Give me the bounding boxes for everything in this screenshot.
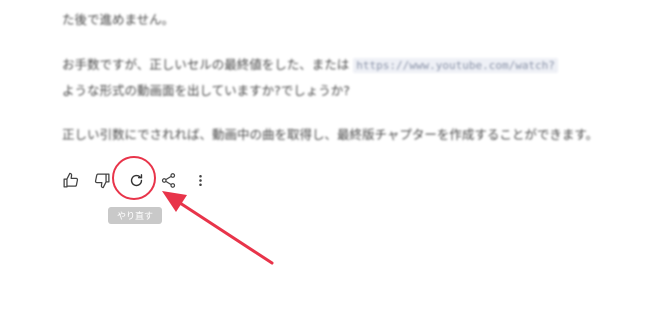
thumbs-up-icon bbox=[62, 172, 78, 188]
message-line-3: ような形式の動画面を出していますか?でしょうか? bbox=[62, 83, 350, 98]
more-vertical-icon bbox=[198, 174, 202, 186]
message-line-2-text: お手数ですが、正しいセルの最終値をした、または bbox=[62, 57, 350, 72]
annotation-arrow bbox=[162, 191, 274, 265]
thumbs-down-icon bbox=[94, 172, 110, 188]
more-options-button[interactable] bbox=[188, 168, 212, 192]
regenerate-tooltip: やり直す bbox=[108, 207, 162, 224]
like-button[interactable] bbox=[58, 168, 82, 192]
dislike-button[interactable] bbox=[90, 168, 114, 192]
share-icon bbox=[161, 172, 175, 188]
message-line-2: お手数ですが、正しいセルの最終値をした、または https://www.yout… bbox=[62, 54, 655, 73]
share-button[interactable] bbox=[156, 168, 180, 192]
youtube-url-snippet: https://www.youtube.com/watch? bbox=[353, 58, 558, 73]
highlight-circle bbox=[112, 156, 156, 200]
message-line-4: 正しい引数にでされれば、動画中の曲を取得し、最終版チャプターを作成することができ… bbox=[62, 127, 599, 142]
message-line-1: た後で進めません。 bbox=[62, 12, 175, 27]
